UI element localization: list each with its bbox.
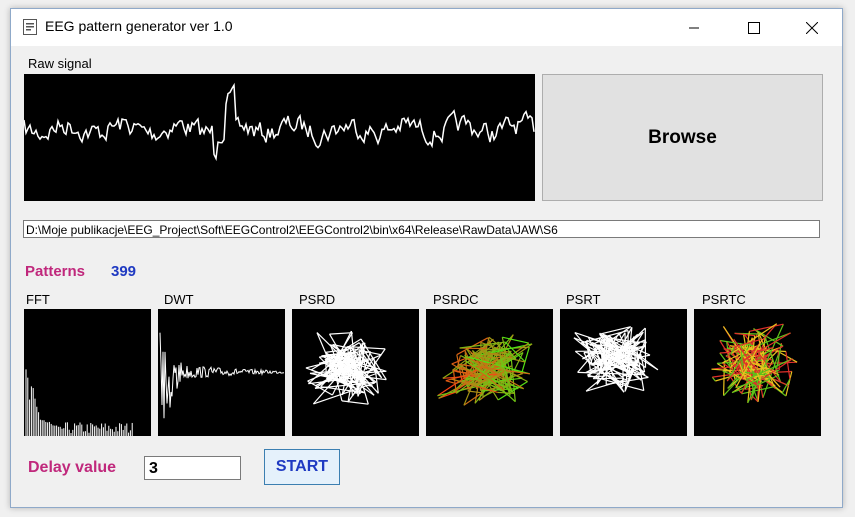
patterns-label: Patterns — [25, 263, 86, 280]
psrtc-label: PSRTC — [702, 292, 746, 307]
psrd-label: PSRD — [299, 292, 336, 307]
psrdc-plot — [437, 334, 533, 406]
delay-value-input[interactable]: 3 — [144, 456, 241, 480]
dwt-trace — [159, 332, 285, 419]
fft-panel — [24, 309, 151, 436]
dwt-panel — [158, 309, 285, 436]
title-bar[interactable]: EEG pattern generator ver 1.0 — [11, 9, 842, 46]
window-title: EEG pattern generator ver 1.0 — [45, 18, 233, 34]
psrd-panel — [292, 309, 419, 436]
start-button[interactable]: START — [264, 449, 340, 485]
raw-signal-plot — [23, 74, 535, 201]
psrd-trajectory — [329, 332, 353, 335]
psrd-trajectory — [341, 400, 369, 405]
app-window: EEG pattern generator ver 1.0 Raw signal… — [10, 8, 843, 508]
dwt-label: DWT — [164, 292, 194, 307]
psrtc-plot — [711, 323, 798, 404]
psrdc-label: PSRDC — [433, 292, 479, 307]
psrtc-panel — [694, 309, 821, 436]
psrd-plot — [305, 330, 387, 405]
patterns-count: 399 — [111, 263, 137, 280]
fft-plot — [25, 369, 133, 436]
minimize-icon — [689, 27, 699, 28]
psrd-trajectory — [340, 396, 343, 402]
delay-value-label: Delay value — [28, 459, 117, 476]
browse-button[interactable]: Browse — [542, 74, 823, 201]
psrt-plot — [573, 326, 659, 393]
raw-signal-label: Raw signal — [28, 56, 92, 71]
psrdc-trajectory — [459, 347, 488, 350]
close-button[interactable] — [789, 9, 835, 46]
raw-signal-trace — [23, 82, 535, 162]
psrdc-panel — [426, 309, 553, 436]
psrtc-trajectory — [723, 360, 725, 396]
raw-signal-waveform — [23, 82, 535, 162]
psrt-label: PSRT — [566, 292, 601, 307]
psrtc-trajectory — [711, 376, 716, 382]
minimize-button[interactable] — [671, 9, 717, 46]
psrtc-trajectory — [711, 368, 733, 372]
psrt-panel — [560, 309, 687, 436]
close-icon — [806, 21, 818, 34]
path-field[interactable]: D:\Moje publikacje\EEG_Project\Soft\EEGC… — [23, 220, 820, 238]
maximize-icon — [748, 21, 760, 34]
psrdc-trajectory — [500, 357, 516, 360]
fft-label: FFT — [26, 292, 50, 307]
psrtc-trajectory — [785, 351, 791, 380]
app-icon — [23, 19, 37, 35]
dwt-plot — [159, 332, 285, 419]
maximize-button[interactable] — [731, 9, 777, 46]
